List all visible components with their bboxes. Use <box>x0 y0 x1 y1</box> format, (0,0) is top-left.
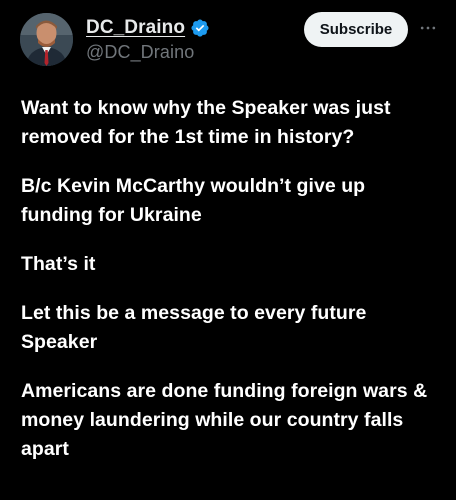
post-paragraph: B/c Kevin McCarthy wouldn’t give up fund… <box>21 175 366 226</box>
display-name-row: DC_Draino <box>86 16 210 40</box>
post-paragraph: Let this be a message to every future Sp… <box>21 302 367 353</box>
author-names: DC_Draino @DC_Draino <box>86 16 210 63</box>
post-paragraph: That’s it <box>21 253 96 275</box>
more-horizontal-icon[interactable] <box>414 14 442 42</box>
verified-badge-icon <box>190 18 210 38</box>
author-handle[interactable]: @DC_Draino <box>86 42 210 63</box>
avatar[interactable] <box>20 13 73 66</box>
subscribe-button[interactable]: Subscribe <box>304 12 408 47</box>
post-body: Want to know why the Speaker was just re… <box>21 94 441 464</box>
post-header: DC_Draino @DC_Draino Subscribe <box>0 0 456 80</box>
post-paragraph: Americans are done funding foreign wars … <box>21 380 428 460</box>
author-display-name[interactable]: DC_Draino <box>86 17 185 39</box>
avatar-image <box>20 13 73 66</box>
post-card: DC_Draino @DC_Draino Subscribe Want to k… <box>0 0 456 500</box>
post-paragraph: Want to know why the Speaker was just re… <box>21 97 391 148</box>
